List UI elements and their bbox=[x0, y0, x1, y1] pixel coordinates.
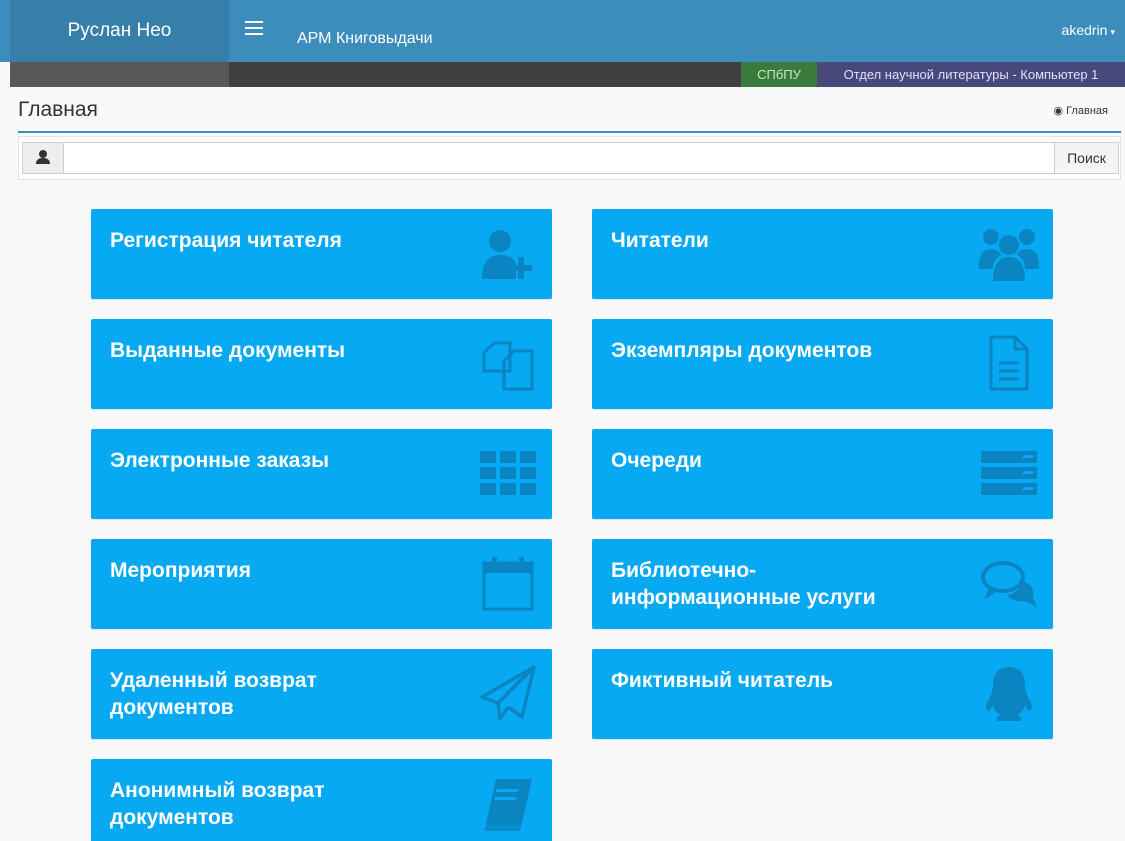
header-divider bbox=[18, 131, 1121, 133]
app-title: АРМ Книговыдачи bbox=[297, 30, 433, 47]
user-name: akedrin bbox=[1061, 22, 1108, 38]
tile-reader-registration[interactable]: Регистрация читателя bbox=[91, 209, 552, 299]
brand-logo[interactable]: Руслан Нео bbox=[10, 0, 229, 62]
tile-label: Мероприятия bbox=[110, 559, 251, 582]
book-icon bbox=[478, 773, 538, 833]
grid-icon bbox=[478, 443, 538, 503]
chevron-down-icon: ▾ bbox=[1110, 27, 1115, 37]
tile-label: Удаленный возврат документов bbox=[110, 669, 317, 719]
search-addon bbox=[22, 142, 64, 174]
qq-icon bbox=[979, 663, 1039, 723]
sidebar-header bbox=[10, 62, 229, 87]
dashboard-icon: ◉ bbox=[1053, 105, 1064, 117]
user-plus-icon bbox=[478, 223, 538, 283]
tile-library-services[interactable]: Библиотечно-информационные услуги bbox=[592, 539, 1053, 629]
tile-label: Электронные заказы bbox=[110, 449, 330, 472]
tile-queues[interactable]: Очереди bbox=[592, 429, 1053, 519]
tile-label: Анонимный возврат документов bbox=[110, 779, 325, 829]
department-badge: Отдел научной литературы - Компьютер 1 bbox=[817, 62, 1125, 87]
search-button[interactable]: Поиск bbox=[1054, 142, 1119, 174]
tile-label: Фиктивный читатель bbox=[611, 669, 834, 692]
users-icon bbox=[979, 223, 1039, 283]
page-title: Главная bbox=[18, 98, 98, 121]
copy-icon bbox=[478, 333, 538, 393]
tile-electronic-orders[interactable]: Электронные заказы bbox=[91, 429, 552, 519]
tile-fictitious-reader[interactable]: Фиктивный читатель bbox=[592, 649, 1053, 739]
tile-label: Очереди bbox=[611, 449, 702, 472]
tile-events[interactable]: Мероприятия bbox=[91, 539, 552, 629]
calendar-icon bbox=[478, 553, 538, 613]
paper-plane-icon bbox=[478, 663, 538, 723]
file-text-icon bbox=[979, 333, 1039, 393]
org-badge: СПбПУ bbox=[741, 62, 817, 87]
user-menu[interactable]: akedrin ▾ bbox=[1062, 22, 1115, 38]
search-bar: Поиск bbox=[18, 136, 1121, 180]
tile-document-copies[interactable]: Экземпляры документов bbox=[592, 319, 1053, 409]
tile-label: Экземпляры документов bbox=[611, 339, 873, 362]
tile-label: Выданные документы bbox=[110, 339, 346, 362]
tile-remote-return[interactable]: Удаленный возврат документов bbox=[91, 649, 552, 739]
tile-label: Регистрация читателя bbox=[110, 229, 342, 252]
tile-issued-documents[interactable]: Выданные документы bbox=[91, 319, 552, 409]
server-icon bbox=[979, 443, 1039, 503]
breadcrumb-home[interactable]: Главная bbox=[1066, 105, 1108, 117]
comments-icon bbox=[979, 553, 1039, 613]
tile-label: Читатели bbox=[611, 229, 709, 252]
menu-toggle-icon[interactable] bbox=[245, 21, 265, 39]
tile-anonymous-return[interactable]: Анонимный возврат документов bbox=[91, 759, 552, 841]
status-bar: СПбПУ Отдел научной литературы - Компьют… bbox=[10, 62, 1125, 87]
tile-label: Библиотечно-информационные услуги bbox=[611, 559, 876, 609]
top-navbar: Руслан Нео АРМ Книговыдачи akedrin ▾ bbox=[0, 0, 1125, 62]
breadcrumb[interactable]: ◉ Главная bbox=[1054, 104, 1108, 117]
search-input[interactable] bbox=[63, 142, 1073, 174]
tile-readers[interactable]: Читатели bbox=[592, 209, 1053, 299]
user-icon bbox=[36, 150, 50, 164]
